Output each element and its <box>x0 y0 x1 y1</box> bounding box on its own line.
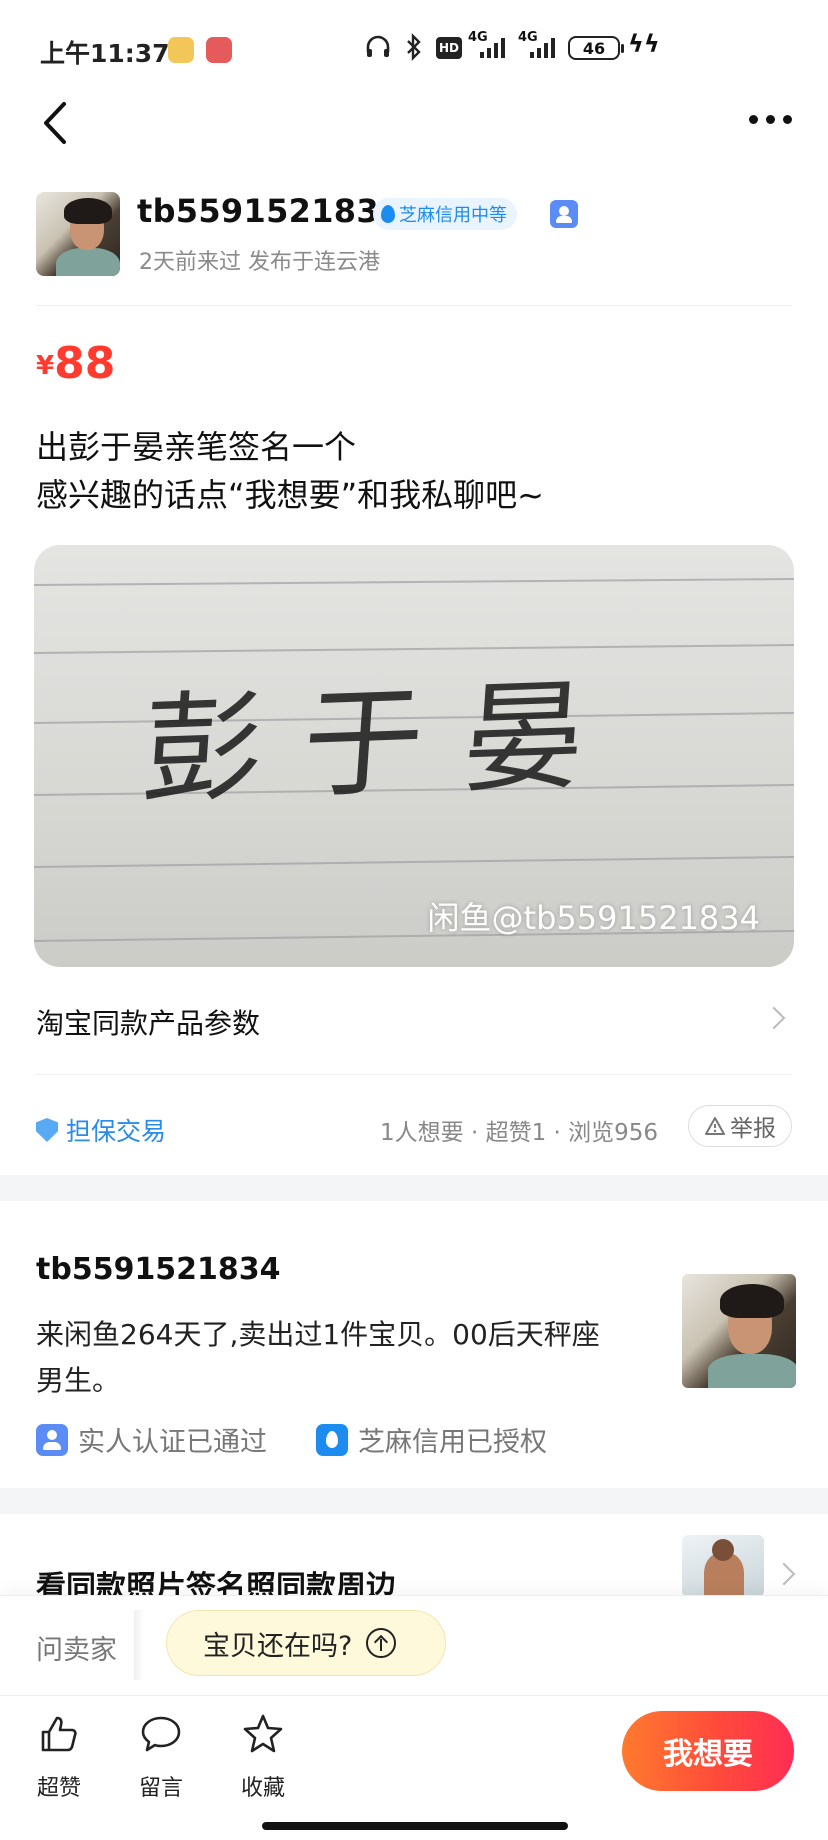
bluetooth-icon <box>407 33 421 61</box>
signal-icon-2 <box>530 38 555 58</box>
chevron-right-icon[interactable] <box>772 1562 796 1586</box>
ask-bar: 问卖家 宝贝还在吗? <box>0 1595 828 1695</box>
seller-avatar[interactable] <box>36 192 120 276</box>
photo-watermark: 闲鱼@tb5591521834 <box>427 899 760 937</box>
comment-button[interactable]: 留言 <box>126 1712 196 1802</box>
app-notification-icon <box>168 37 194 63</box>
zhima-cert-label: 芝麻信用已授权 <box>358 1427 547 1458</box>
handwritten-signature: 彭于晏 <box>137 665 629 822</box>
seller-name[interactable]: tb5591521834 <box>137 192 401 230</box>
seller-intro-line-2: 男生。 <box>36 1364 121 1397</box>
charging-icon: ϟϟ <box>628 30 660 58</box>
chevron-right-icon <box>762 1006 786 1030</box>
section-gap <box>0 1488 828 1514</box>
headphones-icon <box>366 35 390 57</box>
back-icon[interactable] <box>36 98 76 148</box>
thumbs-up-icon <box>41 1716 77 1752</box>
arrow-up-circle-icon <box>366 1628 397 1658</box>
status-bar: 上午11:37 HD 4G 4G 46 ϟϟ <box>0 0 828 90</box>
real-person-cert-label: 实人认证已通过 <box>78 1427 267 1458</box>
hd-icon: HD <box>436 37 462 59</box>
seller-intro-line-1: 来闲鱼264天了,卖出过1件宝贝。00后天秤座 <box>36 1318 600 1351</box>
zhima-credit-icon <box>381 205 395 223</box>
product-params-label: 淘宝同款产品参数 <box>36 1007 261 1040</box>
comment-bubble-icon <box>141 1716 181 1752</box>
app-notification-icon-2 <box>206 37 232 63</box>
product-photo[interactable]: 彭于晏 闲鱼@tb5591521834 <box>34 545 794 967</box>
quick-question-chip[interactable]: 宝贝还在吗? <box>166 1610 446 1676</box>
bottom-action-bar: 超赞 留言 收藏 我想要 <box>0 1695 828 1840</box>
zhima-cert: 芝麻信用已授权 <box>316 1420 547 1459</box>
item-price: ¥88 <box>36 338 115 389</box>
home-indicator[interactable] <box>262 1822 568 1830</box>
credit-badge-label: 芝麻信用中等 <box>399 205 507 226</box>
credit-badge[interactable]: 芝麻信用中等 <box>373 198 517 230</box>
ask-seller-button[interactable]: 问卖家 <box>36 1628 117 1667</box>
like-button[interactable]: 超赞 <box>24 1712 94 1802</box>
divider <box>36 1074 792 1075</box>
price-currency: ¥ <box>36 351 55 381</box>
quick-question-label: 宝贝还在吗? <box>203 1630 353 1662</box>
like-label: 超赞 <box>36 1776 81 1801</box>
real-person-cert: 实人认证已通过 <box>36 1420 267 1459</box>
description-line-1: 出彭于晏亲笔签名一个 <box>36 428 357 466</box>
seller-card-name[interactable]: tb5591521834 <box>36 1252 281 1287</box>
favorite-button[interactable]: 收藏 <box>228 1712 298 1802</box>
signal-icon-1 <box>480 38 505 58</box>
description-line-2: 感兴趣的话点“我想要”和我私聊吧~ <box>36 476 544 514</box>
more-options-icon[interactable] <box>744 104 796 134</box>
report-label: 举报 <box>730 1116 776 1142</box>
item-stats: 1人想要 · 超赞1 · 浏览956 <box>380 1120 659 1146</box>
product-params-row[interactable]: 淘宝同款产品参数 <box>36 1000 792 1070</box>
comment-label: 留言 <box>138 1776 183 1801</box>
related-thumbnail[interactable] <box>682 1535 764 1597</box>
warning-icon <box>705 1117 725 1135</box>
zhima-credit-icon <box>316 1423 348 1456</box>
separator <box>134 1610 144 1680</box>
shield-icon <box>36 1118 58 1142</box>
person-verified-icon <box>36 1423 68 1456</box>
price-value: 88 <box>54 338 116 389</box>
seller-meta: 2天前来过 发布于连云港 <box>139 250 380 275</box>
star-icon <box>243 1714 283 1753</box>
battery-icon: 46 <box>568 36 624 60</box>
battery-level: 46 <box>582 38 606 58</box>
guarantee-trade[interactable]: 担保交易 <box>36 1112 166 1148</box>
report-button[interactable]: 举报 <box>688 1105 792 1147</box>
real-person-verified-icon[interactable] <box>550 200 578 228</box>
seller-card-avatar[interactable] <box>682 1274 796 1388</box>
section-gap <box>0 1175 828 1201</box>
seller-intro: 来闲鱼264天了,卖出过1件宝贝。00后天秤座 男生。 <box>36 1312 636 1404</box>
divider <box>36 305 792 306</box>
want-button[interactable]: 我想要 <box>622 1711 794 1791</box>
favorite-label: 收藏 <box>240 1776 285 1801</box>
status-time: 上午11:37 <box>40 39 170 68</box>
item-description: 出彭于晏亲笔签名一个 感兴趣的话点“我想要”和我私聊吧~ <box>36 423 544 519</box>
guarantee-label: 担保交易 <box>66 1117 167 1146</box>
